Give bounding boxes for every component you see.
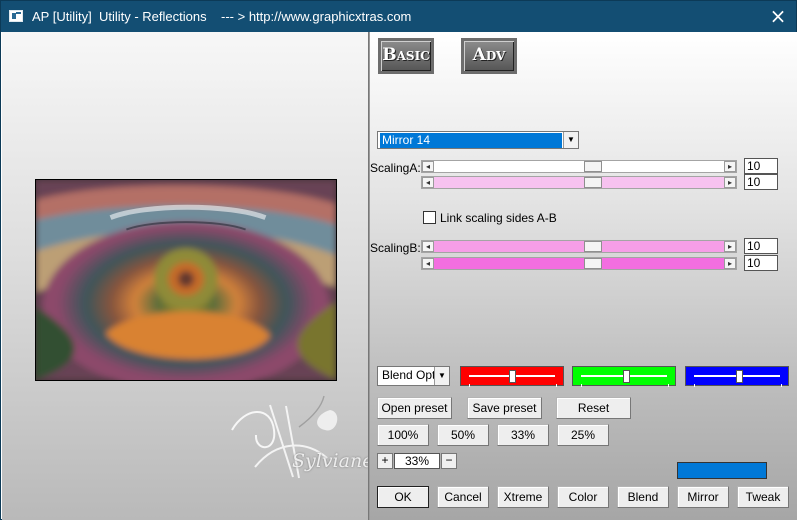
slider-left-arrow-icon[interactable]: ◂	[422, 258, 434, 269]
slider-thumb[interactable]	[584, 258, 602, 269]
slider-left-arrow-icon[interactable]: ◂	[422, 161, 434, 172]
blue-slider-thumb[interactable]	[736, 370, 743, 383]
slider-left-arrow-icon[interactable]: ◂	[422, 177, 434, 188]
zoom-decrease-button[interactable]: −	[441, 453, 457, 469]
slider-thumb[interactable]	[584, 177, 602, 188]
ok-button[interactable]: OK	[377, 486, 429, 508]
plugin-window: AP [Utility] Utility - Reflections --- >…	[0, 0, 797, 520]
window-title: AP [Utility] Utility - Reflections --- >…	[32, 9, 412, 24]
reset-button[interactable]: Reset	[556, 397, 631, 419]
red-slider-thumb[interactable]	[509, 370, 516, 383]
chevron-down-icon[interactable]: ▼	[563, 132, 578, 148]
scaling-a-slider-1[interactable]: ◂ ▸	[421, 160, 737, 173]
controls-panel	[370, 32, 797, 520]
zoom-value-field[interactable]: 33%	[394, 453, 440, 469]
slider-right-arrow-icon[interactable]: ▸	[724, 241, 736, 252]
green-slider-thumb[interactable]	[623, 370, 630, 383]
slider-thumb[interactable]	[584, 161, 602, 172]
slider-thumb[interactable]	[584, 241, 602, 252]
scaling-a-label: ScalingA:	[370, 161, 421, 175]
blend-options-select[interactable]: Blend Optio ▼	[377, 366, 450, 386]
color-button[interactable]: Color	[557, 486, 609, 508]
scaling-a-value-2[interactable]: 10	[744, 174, 778, 190]
close-icon[interactable]: ×	[768, 6, 788, 26]
preview-panel: Sylviane	[2, 32, 373, 520]
color-swatch[interactable]	[677, 462, 767, 479]
red-blend-slider[interactable]	[460, 366, 564, 387]
zoom-33-button[interactable]: 33%	[497, 424, 549, 446]
scaling-a-slider-2[interactable]: ◂ ▸	[421, 176, 737, 189]
watermark-text: Sylviane	[292, 450, 374, 472]
app-window-icon	[9, 10, 23, 22]
scaling-b-value-2[interactable]: 10	[744, 255, 778, 271]
slider-right-arrow-icon[interactable]: ▸	[724, 177, 736, 188]
tweak-button[interactable]: Tweak	[737, 486, 789, 508]
tab-basic[interactable]: Basic	[378, 38, 434, 74]
title-bar[interactable]: AP [Utility] Utility - Reflections --- >…	[1, 1, 796, 32]
slider-right-arrow-icon[interactable]: ▸	[724, 161, 736, 172]
preset-select-value: Mirror 14	[380, 133, 562, 148]
zoom-25-button[interactable]: 25%	[557, 424, 609, 446]
signature-watermark-icon	[231, 395, 338, 479]
zoom-50-button[interactable]: 50%	[437, 424, 489, 446]
scaling-b-slider-1[interactable]: ◂ ▸	[421, 240, 737, 253]
blend-button[interactable]: Blend	[617, 486, 669, 508]
scaling-b-slider-2[interactable]: ◂ ▸	[421, 257, 737, 270]
slider-right-arrow-icon[interactable]: ▸	[724, 258, 736, 269]
tab-advanced[interactable]: Adv	[461, 38, 517, 74]
mirror-button[interactable]: Mirror	[677, 486, 729, 508]
scaling-b-label: ScalingB:	[370, 241, 421, 255]
scaling-a-value-1[interactable]: 10	[744, 158, 778, 174]
xtreme-button[interactable]: Xtreme	[497, 486, 549, 508]
link-scaling-label: Link scaling sides A-B	[440, 211, 557, 225]
zoom-100-button[interactable]: 100%	[377, 424, 429, 446]
cancel-button[interactable]: Cancel	[437, 486, 489, 508]
chevron-down-icon[interactable]: ▼	[434, 367, 449, 385]
green-blend-slider[interactable]	[572, 366, 676, 387]
zoom-increase-button[interactable]: +	[377, 453, 393, 469]
slider-left-arrow-icon[interactable]: ◂	[422, 241, 434, 252]
link-scaling-checkbox[interactable]	[423, 211, 436, 224]
preview-image[interactable]	[35, 179, 337, 381]
scaling-b-value-1[interactable]: 10	[744, 238, 778, 254]
preset-select[interactable]: Mirror 14 ▼	[377, 131, 579, 149]
open-preset-button[interactable]: Open preset	[377, 397, 452, 419]
save-preset-button[interactable]: Save preset	[467, 397, 542, 419]
blue-blend-slider[interactable]	[685, 366, 789, 387]
